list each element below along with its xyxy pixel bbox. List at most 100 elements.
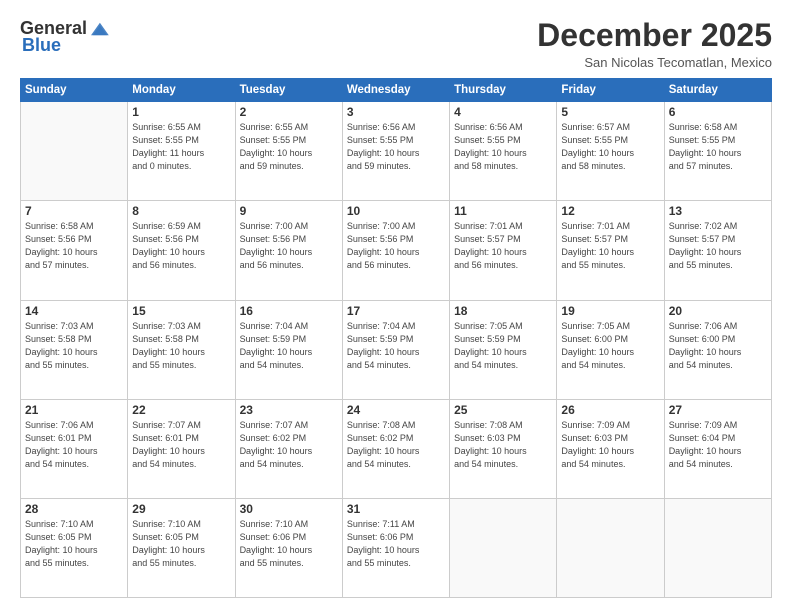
day-header-thursday: Thursday [450, 79, 557, 102]
calendar-cell: 8 Sunrise: 6:59 AM Sunset: 5:56 PM Daylig… [128, 201, 235, 300]
calendar-cell: 27 Sunrise: 7:09 AM Sunset: 6:04 PM Dayli… [664, 399, 771, 498]
calendar-cell: 21 Sunrise: 7:06 AM Sunset: 6:01 PM Dayli… [21, 399, 128, 498]
day-number: 8 [132, 204, 230, 218]
calendar-cell [21, 102, 128, 201]
day-number: 3 [347, 105, 445, 119]
calendar-cell: 28 Sunrise: 7:10 AM Sunset: 6:05 PM Dayli… [21, 498, 128, 597]
calendar-cell: 5Sunrise: 6:57 AM Sunset: 5:55 PM Daylig… [557, 102, 664, 201]
day-info: Sunrise: 7:06 AM Sunset: 6:01 PM Dayligh… [25, 419, 123, 471]
day-number: 25 [454, 403, 552, 417]
calendar-cell: 29 Sunrise: 7:10 AM Sunset: 6:05 PM Dayli… [128, 498, 235, 597]
day-number: 23 [240, 403, 338, 417]
calendar-cell: 1 Sunrise: 6:55 AM Sunset: 5:55 PM Daylig… [128, 102, 235, 201]
page: General Blue December 2025 San Nicolas T… [0, 0, 792, 612]
day-number: 18 [454, 304, 552, 318]
calendar-cell: 31 Sunrise: 7:11 AM Sunset: 6:06 PM Dayli… [342, 498, 449, 597]
calendar-cell: 9 Sunrise: 7:00 AM Sunset: 5:56 PM Daylig… [235, 201, 342, 300]
day-info: Sunrise: 7:10 AM Sunset: 6:05 PM Dayligh… [25, 518, 123, 570]
week-row-4: 28 Sunrise: 7:10 AM Sunset: 6:05 PM Dayli… [21, 498, 772, 597]
day-number: 29 [132, 502, 230, 516]
day-number: 31 [347, 502, 445, 516]
day-number: 26 [561, 403, 659, 417]
logo-icon [89, 21, 109, 37]
day-number: 1 [132, 105, 230, 119]
calendar-cell: 26 Sunrise: 7:09 AM Sunset: 6:03 PM Dayli… [557, 399, 664, 498]
calendar-cell: 22 Sunrise: 7:07 AM Sunset: 6:01 PM Dayli… [128, 399, 235, 498]
day-number: 28 [25, 502, 123, 516]
week-row-0: 1 Sunrise: 6:55 AM Sunset: 5:55 PM Daylig… [21, 102, 772, 201]
calendar-cell: 3 Sunrise: 6:56 AM Sunset: 5:55 PM Daylig… [342, 102, 449, 201]
day-info: Sunrise: 7:10 AM Sunset: 6:05 PM Dayligh… [132, 518, 230, 570]
header-row: SundayMondayTuesdayWednesdayThursdayFrid… [21, 79, 772, 102]
day-info: Sunrise: 7:11 AM Sunset: 6:06 PM Dayligh… [347, 518, 445, 570]
title-section: December 2025 San Nicolas Tecomatlan, Me… [537, 18, 772, 70]
day-info: Sunrise: 7:08 AM Sunset: 6:03 PM Dayligh… [454, 419, 552, 471]
day-number: 6 [669, 105, 767, 119]
month-title: December 2025 [537, 18, 772, 53]
day-info: Sunrise: 7:10 AM Sunset: 6:06 PM Dayligh… [240, 518, 338, 570]
day-info: Sunrise: 7:08 AM Sunset: 6:02 PM Dayligh… [347, 419, 445, 471]
day-number: 30 [240, 502, 338, 516]
calendar-cell: 16 Sunrise: 7:04 AM Sunset: 5:59 PM Dayli… [235, 300, 342, 399]
day-number: 16 [240, 304, 338, 318]
day-number: 4 [454, 105, 552, 119]
day-info: Sunrise: 7:09 AM Sunset: 6:04 PM Dayligh… [669, 419, 767, 471]
week-row-3: 21 Sunrise: 7:06 AM Sunset: 6:01 PM Dayli… [21, 399, 772, 498]
day-info: Sunrise: 6:55 AM Sunset: 5:55 PM Dayligh… [132, 121, 230, 173]
day-number: 2 [240, 105, 338, 119]
day-number: 12 [561, 204, 659, 218]
day-number: 22 [132, 403, 230, 417]
day-info: Sunrise: 7:07 AM Sunset: 6:01 PM Dayligh… [132, 419, 230, 471]
calendar-cell [450, 498, 557, 597]
calendar-cell: 10 Sunrise: 7:00 AM Sunset: 5:56 PM Dayli… [342, 201, 449, 300]
calendar-cell: 20Sunrise: 7:06 AM Sunset: 6:00 PM Dayli… [664, 300, 771, 399]
logo-blue-text: Blue [22, 35, 61, 56]
day-header-tuesday: Tuesday [235, 79, 342, 102]
day-info: Sunrise: 7:04 AM Sunset: 5:59 PM Dayligh… [347, 320, 445, 372]
day-info: Sunrise: 7:06 AM Sunset: 6:00 PM Dayligh… [669, 320, 767, 372]
day-number: 9 [240, 204, 338, 218]
day-info: Sunrise: 7:09 AM Sunset: 6:03 PM Dayligh… [561, 419, 659, 471]
calendar-cell: 15 Sunrise: 7:03 AM Sunset: 5:58 PM Dayli… [128, 300, 235, 399]
calendar-cell: 18Sunrise: 7:05 AM Sunset: 5:59 PM Dayli… [450, 300, 557, 399]
day-number: 11 [454, 204, 552, 218]
day-info: Sunrise: 7:01 AM Sunset: 5:57 PM Dayligh… [561, 220, 659, 272]
calendar-cell: 17 Sunrise: 7:04 AM Sunset: 5:59 PM Dayli… [342, 300, 449, 399]
day-number: 15 [132, 304, 230, 318]
logo: General Blue [20, 18, 109, 56]
day-info: Sunrise: 7:04 AM Sunset: 5:59 PM Dayligh… [240, 320, 338, 372]
calendar-cell [557, 498, 664, 597]
day-number: 13 [669, 204, 767, 218]
day-info: Sunrise: 7:00 AM Sunset: 5:56 PM Dayligh… [347, 220, 445, 272]
day-info: Sunrise: 6:59 AM Sunset: 5:56 PM Dayligh… [132, 220, 230, 272]
calendar-cell: 23 Sunrise: 7:07 AM Sunset: 6:02 PM Dayli… [235, 399, 342, 498]
day-number: 21 [25, 403, 123, 417]
location-title: San Nicolas Tecomatlan, Mexico [537, 55, 772, 70]
week-row-1: 7Sunrise: 6:58 AM Sunset: 5:56 PM Daylig… [21, 201, 772, 300]
day-info: Sunrise: 6:58 AM Sunset: 5:55 PM Dayligh… [669, 121, 767, 173]
day-number: 10 [347, 204, 445, 218]
day-info: Sunrise: 7:01 AM Sunset: 5:57 PM Dayligh… [454, 220, 552, 272]
day-number: 17 [347, 304, 445, 318]
day-info: Sunrise: 6:56 AM Sunset: 5:55 PM Dayligh… [454, 121, 552, 173]
calendar-cell: 14Sunrise: 7:03 AM Sunset: 5:58 PM Dayli… [21, 300, 128, 399]
calendar-cell: 30 Sunrise: 7:10 AM Sunset: 6:06 PM Dayli… [235, 498, 342, 597]
calendar-cell: 11 Sunrise: 7:01 AM Sunset: 5:57 PM Dayli… [450, 201, 557, 300]
calendar-cell: 7Sunrise: 6:58 AM Sunset: 5:56 PM Daylig… [21, 201, 128, 300]
day-info: Sunrise: 6:56 AM Sunset: 5:55 PM Dayligh… [347, 121, 445, 173]
day-info: Sunrise: 7:05 AM Sunset: 6:00 PM Dayligh… [561, 320, 659, 372]
day-number: 14 [25, 304, 123, 318]
day-header-sunday: Sunday [21, 79, 128, 102]
week-row-2: 14 Sunrise: 7:03 AM Sunset: 5:58 PM Dayli… [21, 300, 772, 399]
calendar-cell: 25 Sunrise: 7:08 AM Sunset: 6:03 PM Dayli… [450, 399, 557, 498]
day-number: 5 [561, 105, 659, 119]
day-info: Sunrise: 7:00 AM Sunset: 5:56 PM Dayligh… [240, 220, 338, 272]
header: General Blue December 2025 San Nicolas T… [20, 18, 772, 70]
day-info: Sunrise: 6:58 AM Sunset: 5:56 PM Dayligh… [25, 220, 123, 272]
calendar-cell: 6 Sunrise: 6:58 AM Sunset: 5:55 PM Daylig… [664, 102, 771, 201]
calendar-cell [664, 498, 771, 597]
day-number: 27 [669, 403, 767, 417]
calendar-cell: 2Sunrise: 6:55 AM Sunset: 5:55 PM Daylig… [235, 102, 342, 201]
day-info: Sunrise: 7:03 AM Sunset: 5:58 PM Dayligh… [132, 320, 230, 372]
day-info: Sunrise: 7:07 AM Sunset: 6:02 PM Dayligh… [240, 419, 338, 471]
